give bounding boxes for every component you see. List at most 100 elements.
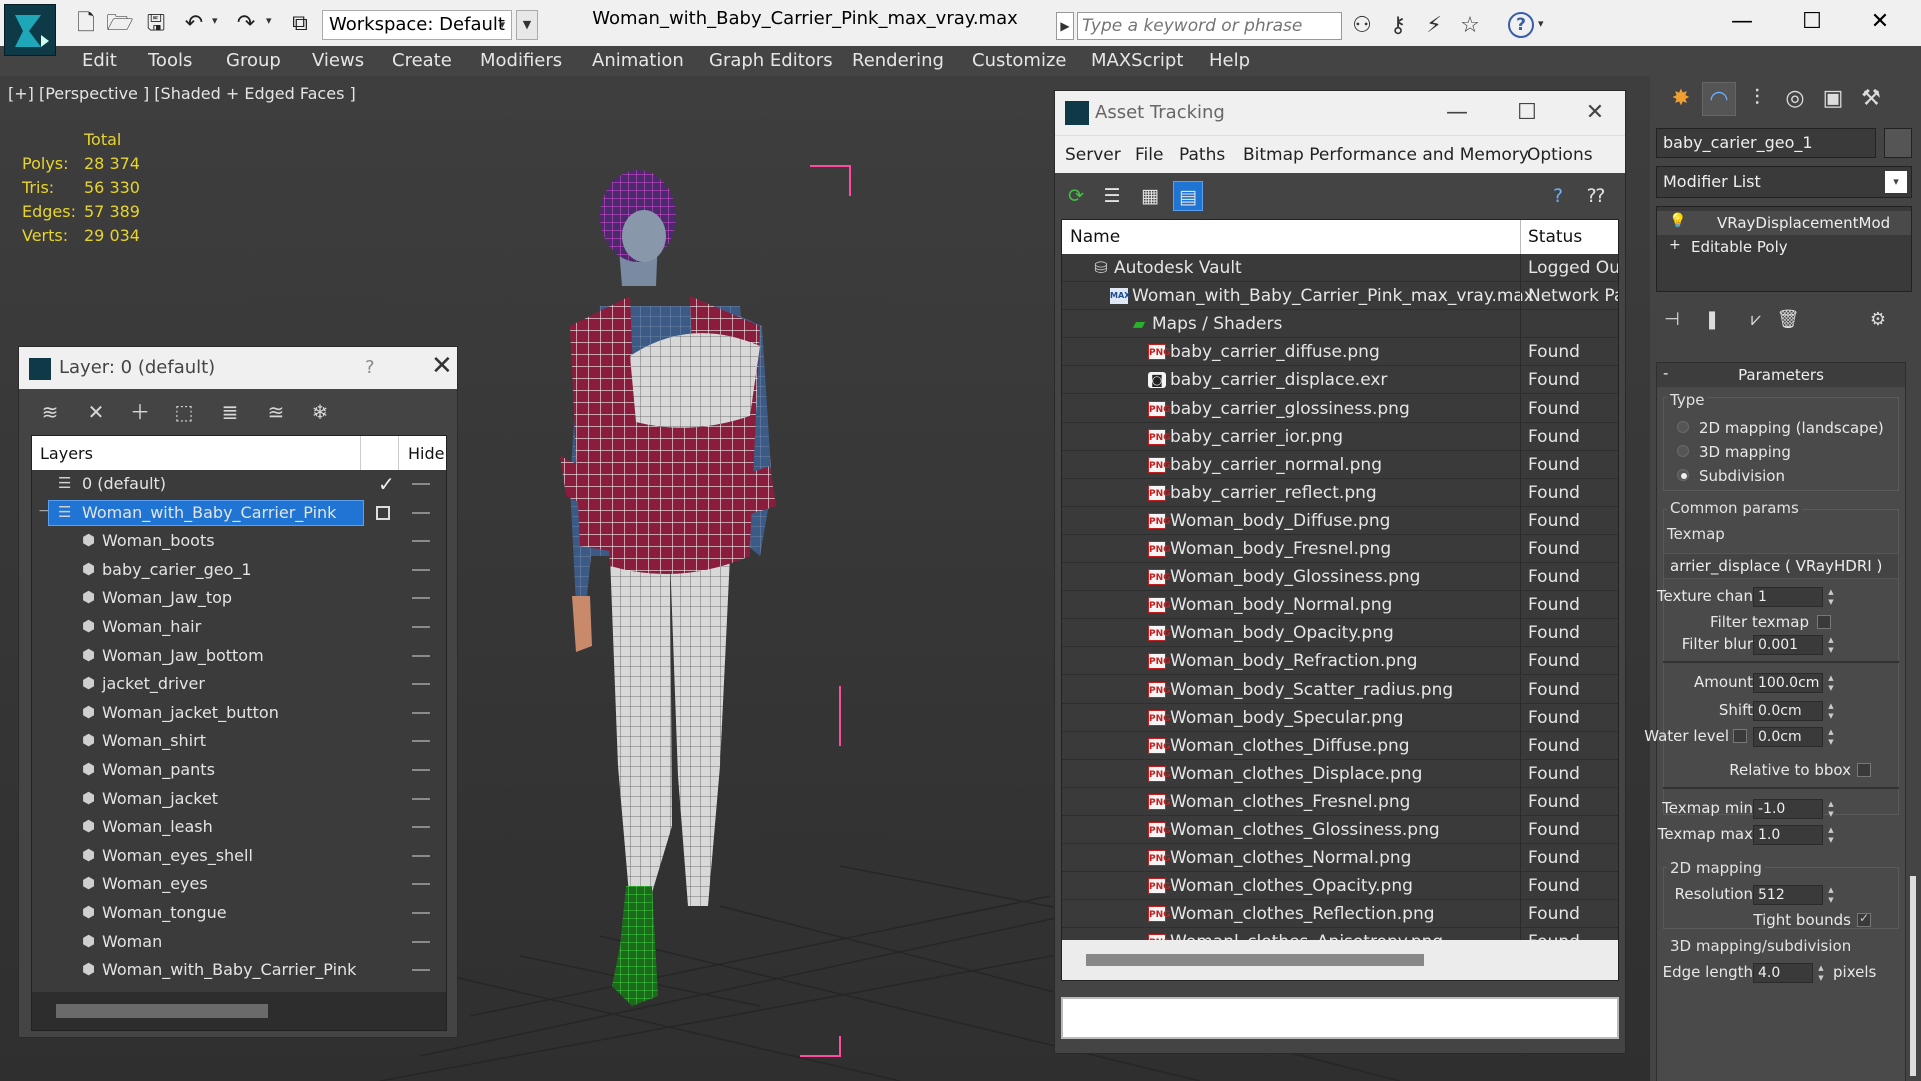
object-name-field[interactable]: baby_carier_geo_1 xyxy=(1656,128,1876,158)
utilities-tab-icon[interactable]: ⚒ xyxy=(1854,82,1888,116)
hide-toggle[interactable] xyxy=(412,797,430,800)
remove-modifier-icon[interactable]: 🗑 xyxy=(1776,308,1800,332)
asset-menu-options[interactable]: Options xyxy=(1527,145,1593,165)
texmap-max-spinner[interactable]: 1.0 xyxy=(1753,825,1823,845)
hide-toggle[interactable] xyxy=(412,769,430,771)
refresh-icon[interactable]: ⟳ xyxy=(1061,181,1091,211)
collapse-icon[interactable]: − xyxy=(38,503,50,519)
hide-toggle[interactable] xyxy=(412,683,430,686)
layer-row[interactable]: ⬢ Woman_jacket xyxy=(32,785,446,813)
layer-row[interactable]: ⬢ Woman xyxy=(32,928,446,956)
radio-button[interactable] xyxy=(1677,421,1689,433)
layer-row[interactable]: ⬢ Woman_Jaw_top xyxy=(32,584,446,612)
col-status[interactable]: Status xyxy=(1528,227,1582,247)
col-name[interactable]: Name xyxy=(1070,227,1120,247)
asset-menu-file[interactable]: File xyxy=(1135,145,1163,165)
maximize-icon[interactable]: ☐ xyxy=(1784,4,1840,40)
modify-tab-icon[interactable]: ◠ xyxy=(1702,82,1736,116)
col-hide[interactable]: Hide xyxy=(408,444,444,463)
asset-row[interactable]: PNG Woman_clothes_Glossiness.png Found xyxy=(1062,816,1618,844)
redo-icon[interactable]: ↷ xyxy=(232,10,260,38)
hide-toggle[interactable] xyxy=(412,654,430,657)
motion-tab-icon[interactable]: ◎ xyxy=(1778,82,1812,116)
radio-button[interactable] xyxy=(1677,469,1689,481)
help-icon[interactable]: ? xyxy=(1543,181,1573,211)
select-objects-icon[interactable]: ⬚ xyxy=(169,397,199,427)
layer-row[interactable]: ⬢ Woman_tongue xyxy=(32,899,446,927)
asset-row[interactable]: PNG Woman_body_Refraction.png Found xyxy=(1062,647,1618,676)
hide-layers-icon[interactable]: ≊ xyxy=(261,397,291,427)
stack-item-vray-displacement[interactable]: 💡 VRayDisplacementMod xyxy=(1657,211,1911,235)
search-expand-icon[interactable]: ▶ xyxy=(1056,12,1074,40)
undo-icon[interactable]: ↶ xyxy=(180,10,208,38)
edge-length-spinner[interactable]: 4.0 xyxy=(1753,963,1813,983)
asset-row[interactable]: PNG Woman_body_Scatter_radius.png Found xyxy=(1062,675,1618,704)
asset-row[interactable]: ⛁ Autodesk Vault Logged Out xyxy=(1062,254,1618,282)
tight-bounds-checkbox[interactable] xyxy=(1857,911,1871,927)
water-level-checkbox[interactable] xyxy=(1733,729,1747,743)
asset-row[interactable]: PNG Woman_clothes_Reflection.png Found xyxy=(1062,900,1618,929)
close-icon[interactable]: ✕ xyxy=(1852,4,1908,40)
add-to-layer-icon[interactable]: ＋ xyxy=(125,397,155,427)
help-icon[interactable]: ? xyxy=(1508,12,1534,38)
spinner-arrows-icon[interactable]: ▲ ▼ xyxy=(1825,825,1837,845)
texmap-button[interactable]: arrier_displace ( VRayHDRI ) xyxy=(1663,553,1899,579)
show-end-result-icon[interactable]: ❚ xyxy=(1700,308,1724,332)
close-icon[interactable]: ✕ xyxy=(431,351,453,381)
modifier-list-dropdown[interactable]: Modifier List ▾ xyxy=(1656,166,1912,198)
layer-row[interactable]: ⬢ Woman_pants xyxy=(32,756,446,784)
stack-item-editable-poly[interactable]: + Editable Poly xyxy=(1657,235,1911,259)
project-folder-icon[interactable]: ⧉ xyxy=(286,10,314,38)
col-layers[interactable]: Layers xyxy=(40,444,93,463)
layer-row[interactable]: ☰ 0 (default) ✓ xyxy=(32,470,446,498)
table-view-icon[interactable]: ▤ xyxy=(1173,181,1203,211)
close-icon[interactable]: ✕ xyxy=(1565,95,1625,131)
layer-dialog-titlebar[interactable]: Layer: 0 (default) ? ✕ xyxy=(19,347,457,389)
layer-row[interactable]: ⬢ Woman_eyes xyxy=(32,870,446,898)
star-icon[interactable]: ☆ xyxy=(1456,12,1484,40)
menu-maxscript[interactable]: MAXScript xyxy=(1091,50,1183,71)
spinner-arrows-icon[interactable]: ▲ ▼ xyxy=(1815,963,1827,983)
menu-animation[interactable]: Animation xyxy=(592,50,684,71)
asset-menu-bitmap-performance[interactable]: Bitmap Performance and Memory xyxy=(1243,145,1529,165)
hide-toggle[interactable] xyxy=(412,912,430,914)
menu-help[interactable]: Help xyxy=(1209,50,1250,71)
app-logo[interactable] xyxy=(4,4,56,56)
help-dropdown-icon[interactable]: ▾ xyxy=(1538,17,1544,30)
menu-customize[interactable]: Customize xyxy=(972,50,1066,71)
asset-row[interactable]: PNG Woman_body_Specular.png Found xyxy=(1062,703,1618,732)
hide-toggle[interactable] xyxy=(412,969,430,972)
filter-blur-spinner[interactable]: 0.001 xyxy=(1753,635,1823,655)
woman-with-baby-carrier-model[interactable] xyxy=(540,126,960,1081)
hide-toggle[interactable] xyxy=(412,854,430,857)
exchange-icon[interactable]: ⚡ xyxy=(1420,12,1448,40)
asset-row[interactable]: ▰ Maps / Shaders xyxy=(1062,310,1618,339)
asset-row[interactable]: PNG Woman_body_Opacity.png Found xyxy=(1062,619,1618,648)
context-help-icon[interactable]: ⁇ xyxy=(1581,181,1611,211)
minimize-icon[interactable]: — xyxy=(1714,4,1770,40)
current-layer-toggle[interactable] xyxy=(376,505,390,520)
asset-row[interactable]: PNG Woman_body_Diffuse.png Found xyxy=(1062,506,1618,535)
hide-toggle[interactable] xyxy=(412,597,430,600)
layer-row[interactable]: ⬢ Woman_boots xyxy=(32,527,446,555)
select-layer-icon[interactable]: ≣ xyxy=(215,397,245,427)
hide-toggle[interactable] xyxy=(412,740,430,743)
scroll-thumb[interactable] xyxy=(1086,954,1424,966)
layer-row[interactable]: ⬢ Woman_Jaw_bottom xyxy=(32,642,446,670)
hide-toggle[interactable] xyxy=(412,711,430,714)
shift-spinner[interactable]: 0.0cm xyxy=(1753,701,1823,721)
hide-toggle[interactable] xyxy=(412,511,430,514)
layer-row[interactable]: ⬢ baby_carier_geo_1 xyxy=(32,556,446,584)
create-tab-icon[interactable]: ✸ xyxy=(1664,82,1698,116)
asset-row[interactable]: PNG Woman_clothes_Normal.png Found xyxy=(1062,844,1618,873)
asset-menu-server[interactable]: Server xyxy=(1065,145,1121,165)
asset-row[interactable]: PNG Woman_clothes_Opacity.png Found xyxy=(1062,872,1618,901)
vertical-scrollbar[interactable] xyxy=(1910,876,1916,1076)
menu-rendering[interactable]: Rendering xyxy=(852,50,944,71)
asset-row[interactable]: PNG baby_carrier_ior.png Found xyxy=(1062,422,1618,451)
texmap-min-spinner[interactable]: -1.0 xyxy=(1753,799,1823,819)
asset-row[interactable]: PNG Woman_clothes_Displace.png Found xyxy=(1062,759,1618,788)
thumbnail-view-icon[interactable]: ▦ xyxy=(1135,181,1165,211)
minimize-icon[interactable]: — xyxy=(1427,95,1487,131)
layer-row[interactable]: ⬢ Woman_hair xyxy=(32,613,446,641)
